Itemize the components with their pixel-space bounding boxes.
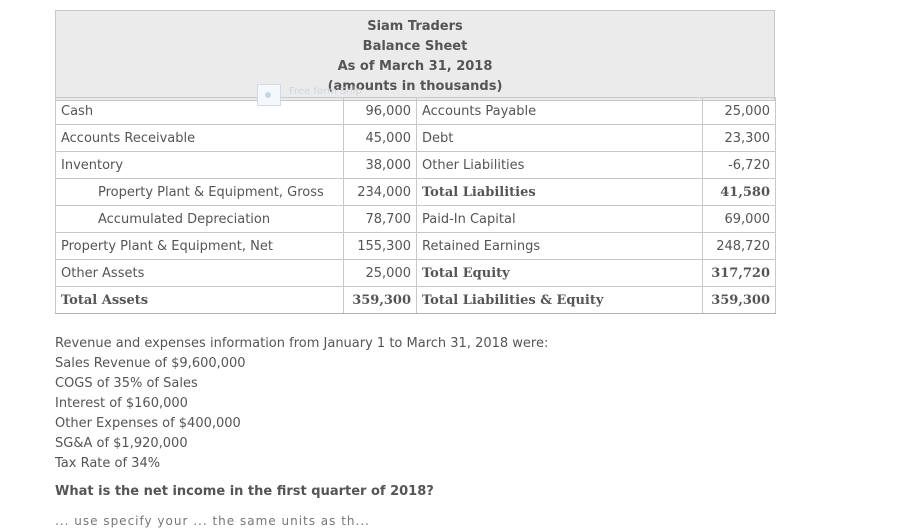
info-line: COGS of 35% of Sales [55, 376, 198, 391]
row-value: 359,300 [702, 286, 776, 314]
row-label: Other Liabilities [416, 151, 703, 179]
company-name: Siam Traders [367, 19, 463, 34]
cut-off-instruction: ... use specify your ... the same units … [55, 514, 370, 528]
row-label: Property Plant & Equipment, Gross [55, 178, 344, 206]
info-line: Sales Revenue of $9,600,000 [55, 356, 246, 371]
row-value: 78,700 [343, 205, 417, 233]
row-value: 359,300 [343, 286, 417, 314]
table-row: Property Plant & Equipment, Gross 234,00… [55, 178, 776, 206]
row-label: Total Liabilities & Equity [416, 286, 703, 314]
row-label: Accounts Receivable [55, 124, 344, 152]
row-value: 38,000 [343, 151, 417, 179]
row-value: 234,000 [343, 178, 417, 206]
table-row: Accumulated Depreciation 78,700 Paid-In … [55, 205, 776, 233]
row-label: Paid-In Capital [416, 205, 703, 233]
info-line: Other Expenses of $400,000 [55, 416, 241, 431]
row-value: 25,000 [343, 259, 417, 287]
info-line: Interest of $160,000 [55, 396, 188, 411]
snip-watermark-icon [257, 84, 281, 106]
revenue-expenses-info: Revenue and expenses information from Ja… [55, 334, 548, 474]
table-row: Accounts Receivable 45,000 Debt 23,300 [55, 124, 776, 152]
row-value: 25,000 [702, 97, 776, 125]
info-line: SG&A of $1,920,000 [55, 436, 188, 451]
statement-name: Balance Sheet [362, 39, 468, 54]
row-label: Other Assets [55, 259, 344, 287]
table-row: Cash 96,000 Accounts Payable 25,000 [55, 97, 776, 125]
table-row: Inventory 38,000 Other Liabilities -6,72… [55, 151, 776, 179]
units-note: (amounts in thousands) [327, 79, 503, 94]
row-label: Accumulated Depreciation [55, 205, 344, 233]
balance-sheet-table: Cash 96,000 Accounts Payable 25,000 Acco… [55, 97, 776, 314]
row-value: 41,580 [702, 178, 776, 206]
row-label: Cash [55, 97, 344, 125]
row-value: -6,720 [702, 151, 776, 179]
row-label: Debt [416, 124, 703, 152]
statement-date: As of March 31, 2018 [337, 59, 493, 74]
row-label: Accounts Payable [416, 97, 703, 125]
table-row: Total Assets 359,300 Total Liabilities &… [55, 286, 776, 314]
row-label: Retained Earnings [416, 232, 703, 260]
row-value: 317,720 [702, 259, 776, 287]
row-value: 248,720 [702, 232, 776, 260]
snip-watermark-text: Free form Snip [289, 86, 362, 97]
row-value: 155,300 [343, 232, 417, 260]
row-label: Total Liabilities [416, 178, 703, 206]
info-intro: Revenue and expenses information from Ja… [55, 336, 549, 351]
balance-sheet-header: Siam Traders Balance Sheet As of March 3… [55, 10, 775, 101]
question-text: What is the net income in the first quar… [55, 484, 434, 499]
row-value: 96,000 [343, 97, 417, 125]
table-row: Property Plant & Equipment, Net 155,300 … [55, 232, 776, 260]
table-row: Other Assets 25,000 Total Equity 317,720 [55, 259, 776, 287]
sheet-title-block: Siam Traders Balance Sheet As of March 3… [56, 17, 774, 97]
row-label: Property Plant & Equipment, Net [55, 232, 344, 260]
row-value: 69,000 [702, 205, 776, 233]
row-label: Inventory [55, 151, 344, 179]
row-label: Total Equity [416, 259, 703, 287]
row-value: 45,000 [343, 124, 417, 152]
row-value: 23,300 [702, 124, 776, 152]
row-label: Total Assets [55, 286, 344, 314]
info-line: Tax Rate of 34% [55, 456, 161, 471]
